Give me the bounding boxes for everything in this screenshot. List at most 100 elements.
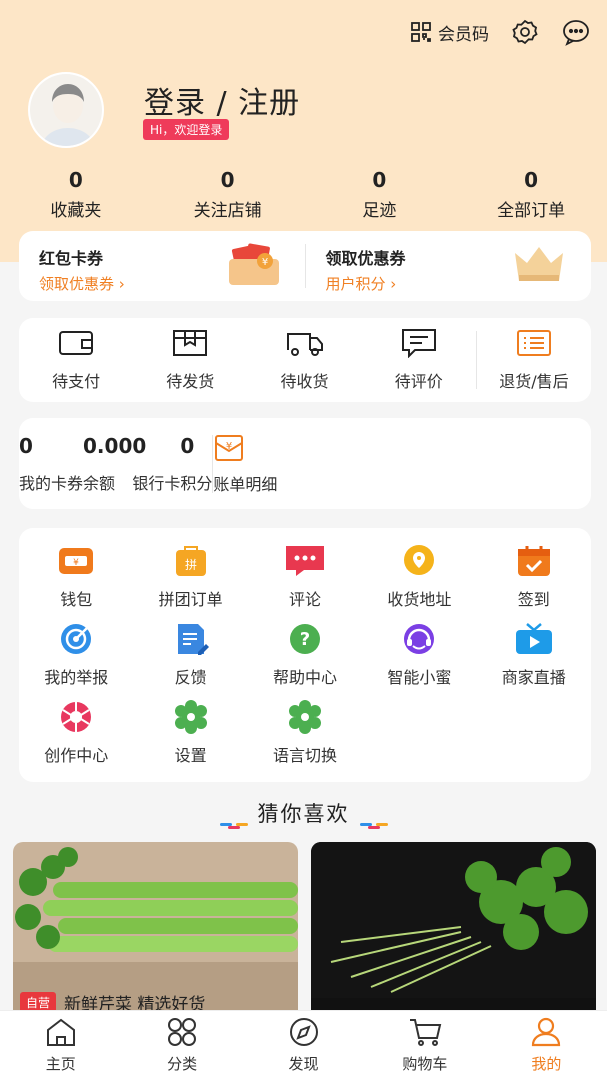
asset-value: 0	[19, 433, 33, 458]
services-grid: ¥ 钱包 拼拼团订单 评论 收货地址 签到 我的举报 反馈 ? 帮助中心 智能小蜜 …	[19, 544, 591, 766]
asset-my-coupons[interactable]: 0 我的卡券	[19, 434, 83, 494]
gear-icon	[172, 700, 210, 734]
login-register-link[interactable]: 登录 / 注册	[144, 78, 300, 122]
asset-bank-card[interactable]: 0 银行卡	[132, 434, 180, 494]
decor-stripe-icon	[359, 811, 388, 829]
red-packet-icon: ¥	[227, 243, 281, 287]
order-pending-payment[interactable]: 待支付	[19, 328, 133, 392]
service-creator-center[interactable]: 创作中心	[19, 700, 133, 766]
tab-home[interactable]: 主页	[0, 1011, 121, 1080]
stat-label: 足迹	[362, 201, 397, 221]
tab-discover[interactable]: 发现	[243, 1011, 364, 1080]
comment-icon	[401, 328, 437, 358]
service-label: 钱包	[60, 590, 93, 609]
order-pending-review[interactable]: 待评价	[362, 328, 476, 392]
edit-doc-icon	[172, 622, 210, 656]
tab-cart[interactable]: 购物车	[364, 1011, 485, 1080]
service-label: 帮助中心	[272, 668, 337, 687]
language-gear-icon	[286, 700, 324, 734]
tab-label: 分类	[167, 1055, 198, 1073]
member-code-label: 会员码	[438, 24, 489, 45]
home-icon	[45, 1017, 77, 1047]
stat-label: 全部订单	[497, 201, 566, 221]
service-label: 智能小蜜	[387, 668, 452, 687]
order-label: 退货/售后	[499, 372, 569, 391]
svg-text:¥: ¥	[73, 558, 79, 568]
service-label: 收货地址	[387, 590, 452, 609]
stats-row: 0 收藏夹 0 关注店铺 0 足迹 0 全部订单	[0, 168, 607, 221]
stat-value: 0	[220, 168, 235, 192]
gear-icon[interactable]	[511, 18, 539, 46]
stat-favorites[interactable]: 0 收藏夹	[0, 168, 152, 221]
stat-value: 0	[372, 168, 387, 192]
service-label: 设置	[174, 746, 207, 765]
service-label: 我的举报	[44, 668, 109, 687]
compass-icon	[288, 1017, 320, 1047]
cart-icon	[408, 1017, 442, 1047]
truck-icon	[286, 328, 324, 358]
calendar-check-icon	[515, 544, 553, 578]
service-label: 反馈	[174, 668, 207, 687]
service-comments[interactable]: 评论	[248, 544, 362, 610]
asset-label: 银行卡	[132, 473, 181, 493]
tab-category[interactable]: 分类	[121, 1011, 242, 1080]
service-label: 商家直播	[501, 668, 566, 687]
service-check-in[interactable]: 签到	[477, 544, 591, 610]
bill-details[interactable]: ¥ 账单明细	[213, 433, 277, 495]
stat-followed-shops[interactable]: 0 关注店铺	[152, 168, 304, 221]
asset-balance[interactable]: 0.00 余额	[83, 434, 132, 494]
help-icon: ?	[286, 622, 324, 656]
asset-label: 账单明细	[213, 474, 278, 494]
stat-all-orders[interactable]: 0 全部订单	[455, 168, 607, 221]
red-packet-coupon-entry[interactable]: 红包卡券 领取优惠券 › ¥	[19, 231, 305, 301]
service-language[interactable]: 语言切换	[248, 700, 362, 766]
service-label: 语言切换	[272, 746, 337, 765]
tab-label: 发现	[288, 1055, 319, 1073]
top-toolbar: 会员码	[410, 18, 591, 46]
order-status-card: 待支付 待发货 待收货 待评价 退货/售后	[19, 318, 591, 402]
order-returns[interactable]: 退货/售后	[477, 328, 591, 392]
live-tv-icon	[514, 622, 554, 656]
service-report[interactable]: 我的举报	[19, 622, 133, 688]
stat-footprints[interactable]: 0 足迹	[304, 168, 456, 221]
service-assistant[interactable]: 智能小蜜	[362, 622, 476, 688]
asset-value: 0.00	[83, 433, 133, 458]
asset-label: 积分	[180, 473, 213, 493]
aperture-icon	[57, 700, 95, 734]
recommend-heading: 猜你喜欢	[0, 798, 607, 829]
order-pending-receipt[interactable]: 待收货	[247, 328, 361, 392]
welcome-badge: Hi，欢迎登录	[143, 119, 230, 140]
chevron-right-icon: ›	[118, 275, 125, 293]
stat-label: 收藏夹	[50, 201, 102, 221]
box-icon	[172, 328, 208, 358]
stat-value: 0	[524, 168, 539, 192]
get-coupon-entry[interactable]: 领取优惠券 用户积分 ›	[306, 231, 592, 301]
product-card-coriander[interactable]	[311, 842, 596, 1022]
service-help-center[interactable]: ? 帮助中心	[248, 622, 362, 688]
wallet-icon	[58, 328, 94, 358]
service-feedback[interactable]: 反馈	[133, 622, 247, 688]
wallet-icon: ¥	[57, 544, 95, 578]
order-label: 待收货	[280, 372, 329, 391]
services-card: ¥ 钱包 拼拼团订单 评论 收货地址 签到 我的举报 反馈 ? 帮助中心 智能小蜜 …	[19, 528, 591, 782]
service-wallet[interactable]: ¥ 钱包	[19, 544, 133, 610]
bill-icon: ¥	[213, 433, 245, 463]
service-settings[interactable]: 设置	[133, 700, 247, 766]
coupon-card: 红包卡券 领取优惠券 › ¥ 领取优惠券 用户积分 ›	[19, 231, 591, 301]
user-icon	[530, 1017, 562, 1047]
order-pending-shipment[interactable]: 待发货	[133, 328, 247, 392]
target-icon	[57, 622, 95, 656]
category-icon	[166, 1017, 198, 1047]
headset-icon	[400, 622, 438, 656]
tab-mine[interactable]: 我的	[486, 1011, 607, 1080]
member-code-button[interactable]: 会员码	[410, 20, 489, 45]
asset-points[interactable]: 0 积分	[180, 434, 212, 494]
service-label: 拼团订单	[158, 590, 223, 609]
service-live[interactable]: 商家直播	[477, 622, 591, 688]
avatar[interactable]	[28, 72, 104, 148]
service-address[interactable]: 收货地址	[362, 544, 476, 610]
assets-card: 0 我的卡券 0.00 余额 0 银行卡 0 积分 ¥ 账单明细	[19, 418, 591, 509]
service-group-buy[interactable]: 拼拼团订单	[133, 544, 247, 610]
message-icon[interactable]	[561, 18, 591, 46]
order-label: 待支付	[52, 372, 101, 391]
